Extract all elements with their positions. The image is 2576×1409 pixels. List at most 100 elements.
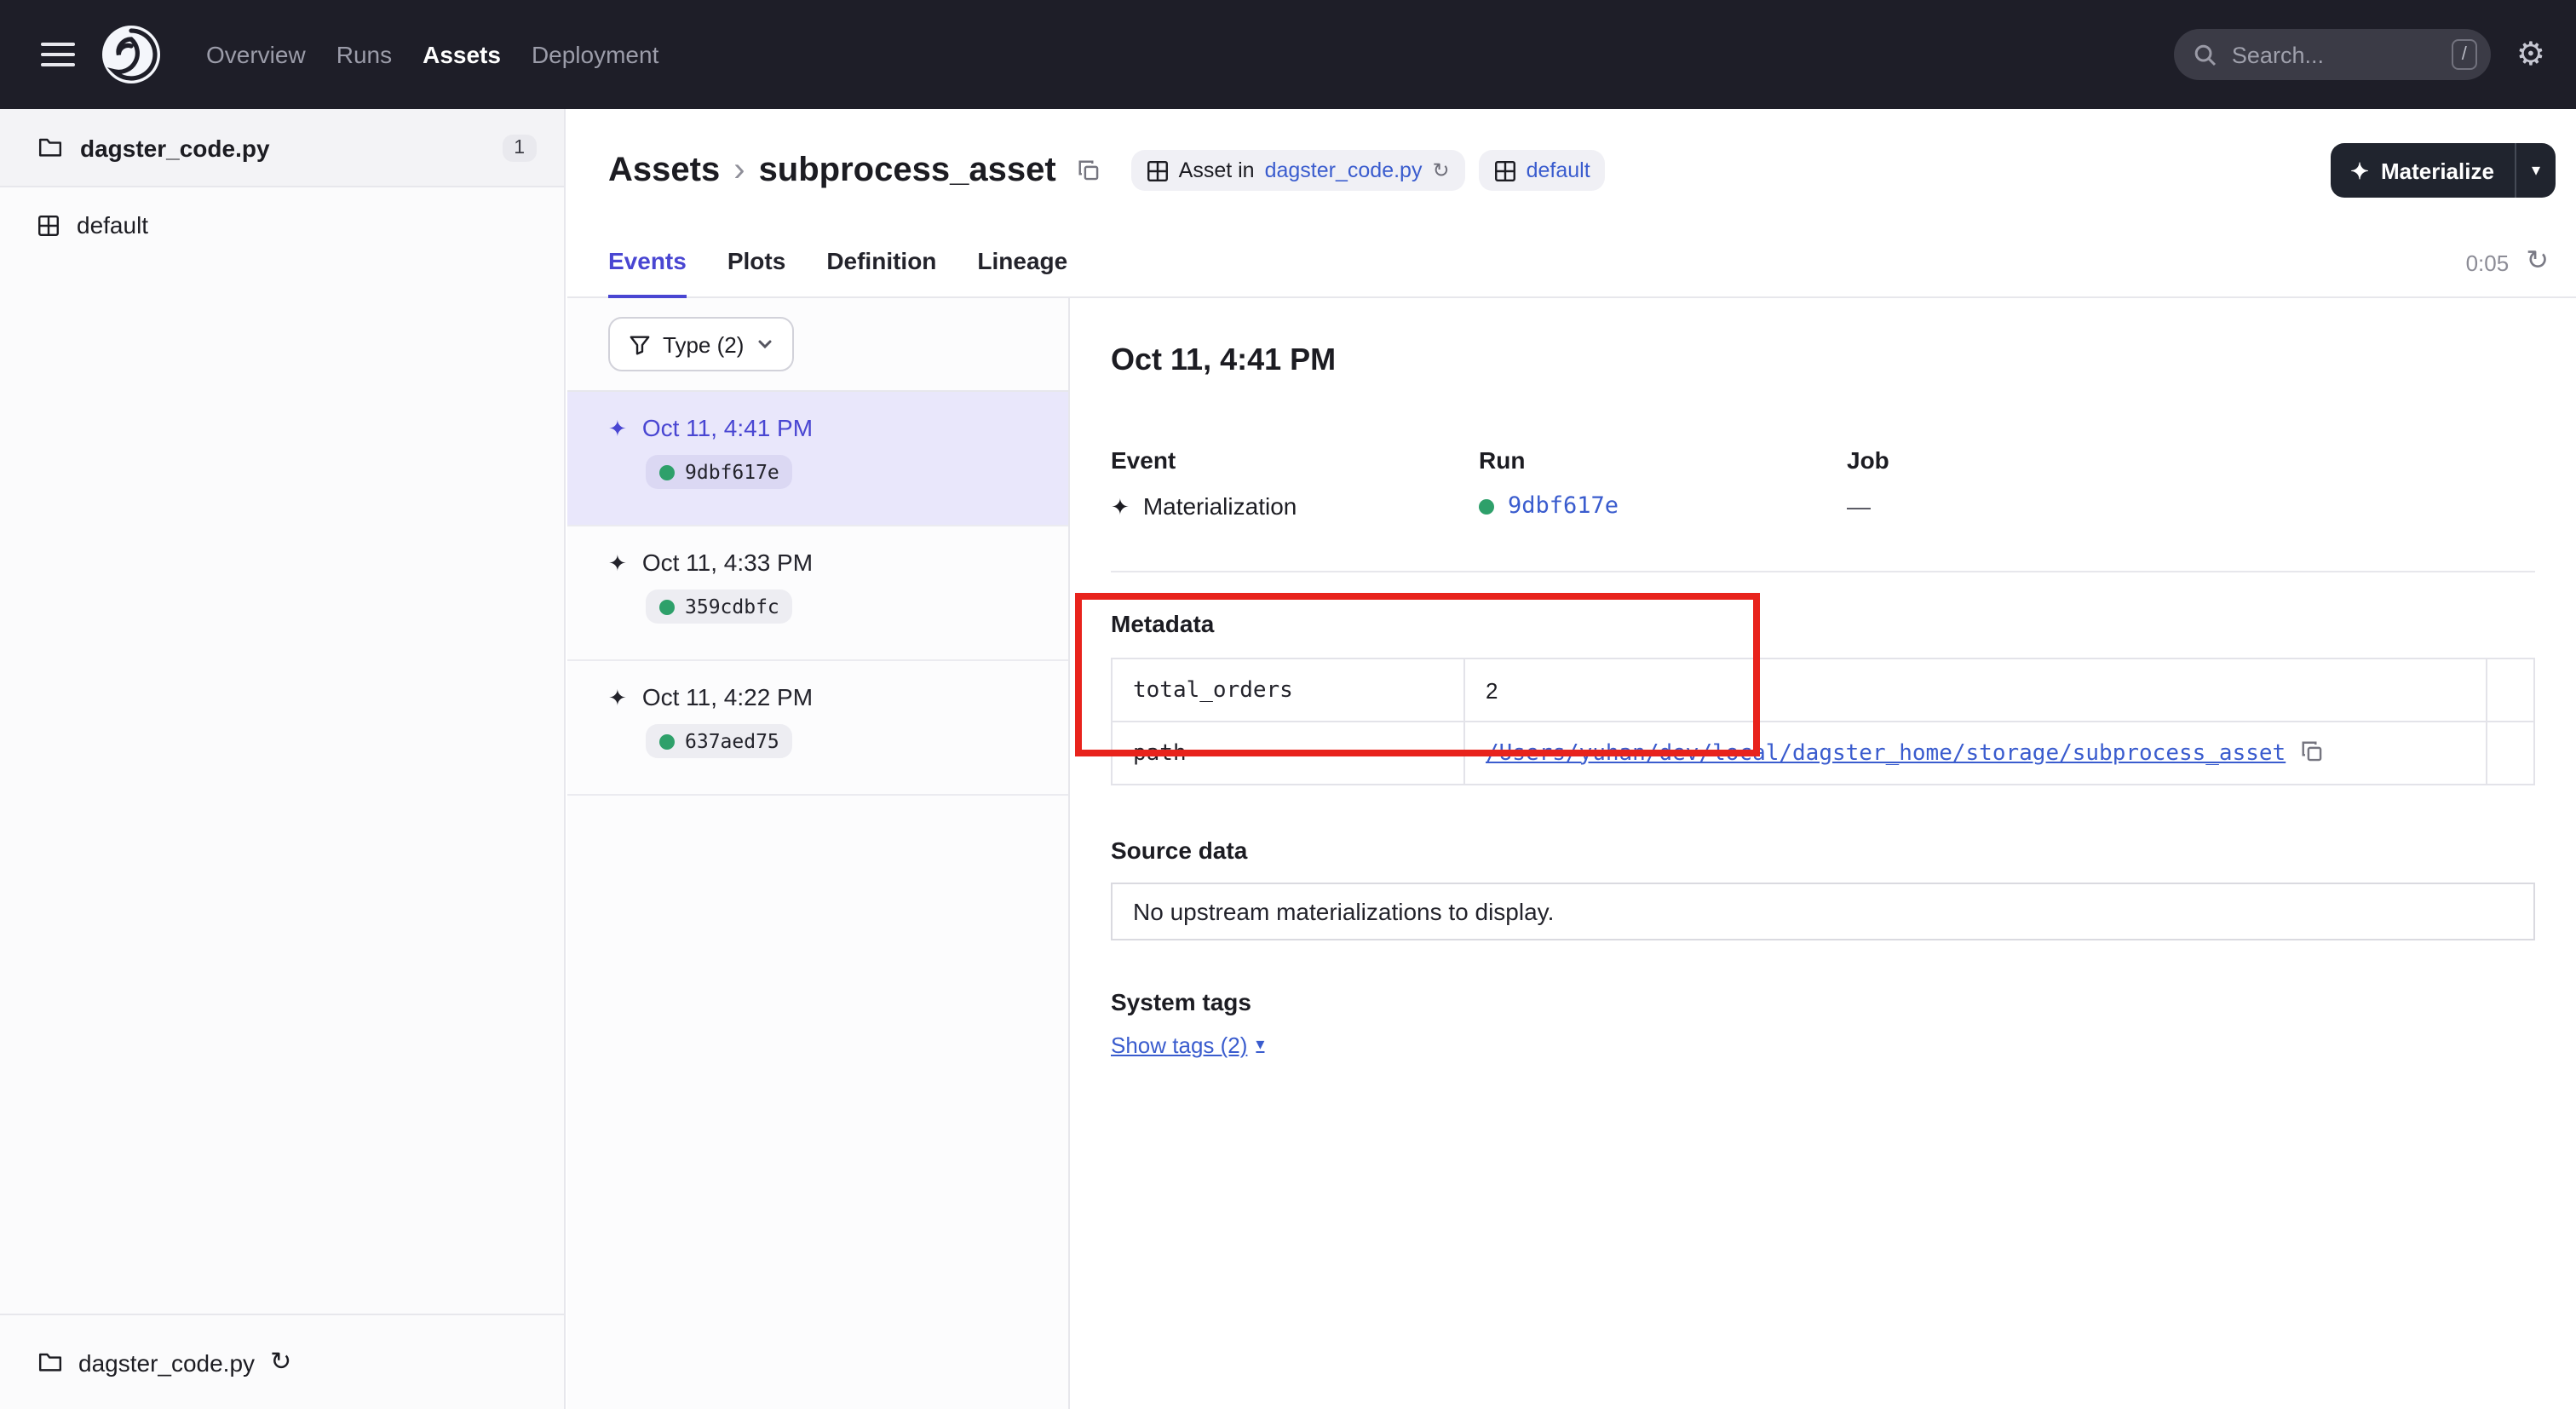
events-content: Type (2) ✦ Oct 11, 4:41 PM 9dbf617e	[567, 298, 2576, 1409]
event-time-row: ✦ Oct 11, 4:22 PM	[608, 683, 1041, 710]
source-data-empty-state: No upstream materializations to display.	[1111, 883, 2535, 940]
nav-links: Overview Runs Assets Deployment	[206, 41, 658, 68]
dagster-logo[interactable]	[101, 24, 162, 85]
metadata-row: path /Users/yuhan/dev/local/dagster_home…	[1112, 722, 2534, 785]
run-id-chip[interactable]: 637aed75	[646, 724, 793, 758]
metadata-key: total_orders	[1112, 658, 1464, 722]
event-detail-pane: Oct 11, 4:41 PM Event ✦ Materialization …	[1070, 298, 2576, 1409]
job-column: Job —	[1847, 446, 1889, 520]
asset-tags: Asset in dagster_code.py ↻ default	[1131, 150, 1606, 191]
folder-icon	[37, 1349, 63, 1375]
materialize-split-button: ✦ Materialize ▾	[2330, 143, 2556, 198]
event-list-item[interactable]: ✦ Oct 11, 4:41 PM 9dbf617e	[567, 392, 1068, 526]
tag-group-default[interactable]: default	[1479, 150, 1606, 191]
nav-right: Search... / ⚙	[2174, 29, 2545, 80]
chevron-down-icon	[756, 336, 773, 353]
group-link[interactable]: default	[1527, 158, 1590, 182]
breadcrumb: Assets › subprocess_asset	[608, 151, 1101, 190]
run-id-chip[interactable]: 9dbf617e	[646, 455, 793, 489]
metadata-key: path	[1112, 722, 1464, 785]
tag-prefix: Asset in	[1179, 158, 1255, 182]
metadata-value: /Users/yuhan/dev/local/dagster_home/stor…	[1464, 722, 2487, 785]
breadcrumb-assets-link[interactable]: Assets	[608, 151, 720, 190]
metadata-path-link[interactable]: /Users/yuhan/dev/local/dagster_home/stor…	[1486, 740, 2286, 766]
materialization-icon: ✦	[608, 551, 627, 573]
asset-sidebar: dagster_code.py 1 default dagster_code.p…	[0, 109, 566, 1409]
event-filter-row: Type (2)	[567, 298, 1068, 392]
filter-icon	[629, 333, 651, 355]
asset-count-badge: 1	[502, 134, 537, 161]
menu-icon[interactable]	[41, 43, 75, 66]
run-id: 359cdbfc	[685, 595, 779, 618]
show-tags-label: Show tags (2)	[1111, 1032, 1247, 1058]
event-time-row: ✦ Oct 11, 4:33 PM	[608, 549, 1041, 576]
event-list-item[interactable]: ✦ Oct 11, 4:33 PM 359cdbfc	[567, 526, 1068, 661]
event-timestamp: Oct 11, 4:41 PM	[642, 414, 813, 441]
run-status-dot	[659, 599, 675, 614]
metadata-table: total_orders 2 path /Users/yuhan/dev/loc…	[1111, 658, 2535, 785]
materialization-icon: ✦	[608, 417, 627, 439]
asset-tabs: Events Plots Definition Lineage 0:05 ↻	[567, 221, 2576, 298]
run-column: Run 9dbf617e	[1479, 446, 1847, 520]
type-filter-button[interactable]: Type (2)	[608, 317, 793, 371]
metadata-section: Metadata total_orders 2 path /Users/yuha…	[1111, 610, 2535, 785]
tab-lineage[interactable]: Lineage	[977, 247, 1067, 296]
section-divider	[1111, 571, 2535, 572]
metadata-extra-cell	[2487, 722, 2534, 785]
asset-header: Assets › subprocess_asset Asset in dagst…	[567, 109, 2576, 198]
reload-definitions-icon[interactable]: ↻	[1432, 160, 1449, 181]
breadcrumb-separator: ›	[733, 151, 745, 190]
materialize-label: Materialize	[2381, 158, 2494, 183]
refresh-timer-group: 0:05 ↻	[2466, 249, 2549, 276]
search-shortcut-key: /	[2452, 39, 2477, 70]
source-data-title: Source data	[1111, 837, 2535, 864]
refresh-countdown: 0:05	[2466, 250, 2510, 275]
event-list-item[interactable]: ✦ Oct 11, 4:22 PM 637aed75	[567, 661, 1068, 796]
tab-plots[interactable]: Plots	[727, 247, 785, 296]
copy-path-icon[interactable]	[2299, 739, 2323, 768]
tab-definition[interactable]: Definition	[826, 247, 936, 296]
asset-group-icon	[37, 214, 60, 236]
search-placeholder: Search...	[2232, 42, 2324, 67]
materialize-button[interactable]: ✦ Materialize	[2330, 143, 2515, 198]
tag-asset-in-code-location[interactable]: Asset in dagster_code.py ↻	[1131, 150, 1465, 191]
materialize-dropdown-caret[interactable]: ▾	[2515, 143, 2556, 198]
type-filter-label: Type (2)	[663, 331, 744, 357]
sidebar-footer-code-location: dagster_code.py ↻	[0, 1314, 564, 1409]
event-detail-title: Oct 11, 4:41 PM	[1111, 342, 2535, 378]
run-id: 9dbf617e	[685, 460, 779, 484]
tab-events[interactable]: Events	[608, 247, 687, 298]
event-timestamp: Oct 11, 4:22 PM	[642, 683, 813, 710]
run-label: Run	[1479, 446, 1847, 474]
run-status-dot	[1479, 498, 1494, 514]
materialization-icon: ✦	[1111, 495, 1130, 517]
show-tags-toggle[interactable]: Show tags (2) ▾	[1111, 1032, 1264, 1058]
source-data-section: Source data No upstream materializations…	[1111, 837, 2535, 940]
materialize-sparkle-icon: ✦	[2350, 159, 2369, 181]
refresh-icon[interactable]: ↻	[2526, 249, 2549, 276]
nav-runs[interactable]: Runs	[336, 41, 392, 68]
code-location-label: dagster_code.py	[80, 134, 270, 161]
event-type-value: Materialization	[1143, 492, 1297, 520]
code-location-link[interactable]: dagster_code.py	[1265, 158, 1423, 182]
run-id-link[interactable]: 9dbf617e	[1508, 492, 1619, 520]
settings-gear-icon[interactable]: ⚙	[2516, 38, 2545, 71]
caret-down-icon: ▾	[1256, 1036, 1264, 1055]
group-icon	[1494, 159, 1516, 181]
nav-assets[interactable]: Assets	[423, 41, 501, 68]
run-id-chip[interactable]: 359cdbfc	[646, 589, 793, 624]
event-info-columns: Event ✦ Materialization Run 9dbf617e	[1111, 446, 2535, 520]
copy-asset-name-icon[interactable]	[1077, 158, 1101, 182]
system-tags-title: System tags	[1111, 988, 2535, 1015]
page-title: subprocess_asset	[759, 151, 1056, 190]
metadata-row: total_orders 2	[1112, 658, 2534, 722]
sidebar-item-default-group[interactable]: default	[0, 187, 564, 262]
nav-overview[interactable]: Overview	[206, 41, 306, 68]
sidebar-item-code-location[interactable]: dagster_code.py 1	[0, 109, 564, 187]
search-input[interactable]: Search... /	[2174, 29, 2491, 80]
metadata-extra-cell	[2487, 658, 2534, 722]
main-area: Assets › subprocess_asset Asset in dagst…	[567, 109, 2576, 1409]
top-nav: Overview Runs Assets Deployment Search..…	[0, 0, 2576, 109]
reload-code-location-icon[interactable]: ↻	[270, 1349, 291, 1375]
nav-deployment[interactable]: Deployment	[532, 41, 658, 68]
